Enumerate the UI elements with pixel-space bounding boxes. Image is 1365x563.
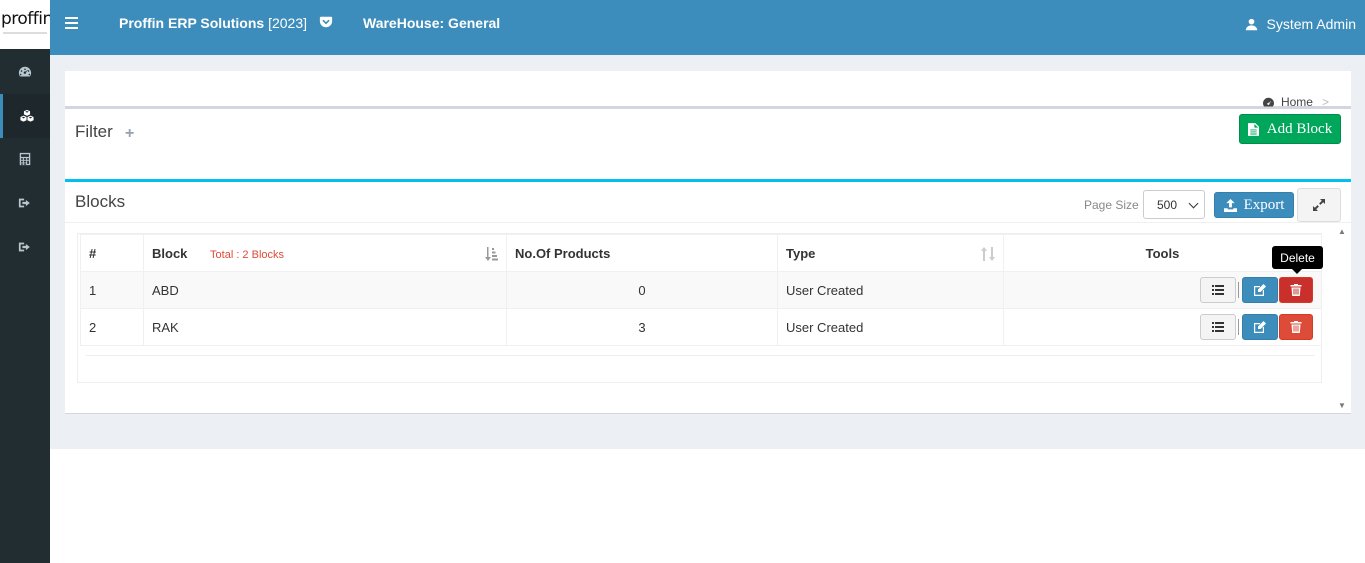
delete-button[interactable] [1279,277,1313,303]
row-type: User Created [777,308,1004,346]
app-title[interactable]: Proffin ERP Solutions [2023] [119,15,307,31]
list-icon [1212,285,1224,295]
scroll-down-arrow[interactable]: ▼ [1338,401,1346,410]
edit-icon [1254,284,1266,296]
top-navbar: Proffin ERP Solutions [2023] WareHouse: … [50,0,1365,55]
add-block-label: Add Block [1266,120,1333,137]
table-row: 2 RAK 3 User Created [80,308,1322,346]
sign-out-icon [18,242,30,252]
row-index: 1 [80,271,144,309]
blocks-box-border [65,179,1351,182]
column-header-products: No.Of Products [506,234,778,272]
sidebar: proffin [0,0,50,563]
filter-title: Filter [75,122,113,141]
expand-filter-icon[interactable]: + [125,125,134,143]
sidebar-item-logout-1[interactable] [0,181,50,225]
row-products-link[interactable]: 0 [506,271,778,309]
list-icon [1212,322,1224,332]
edit-icon [1254,321,1266,333]
row-block: RAK [143,308,507,346]
file-icon [1247,122,1259,136]
add-block-button[interactable]: Add Block [1239,114,1341,144]
page-size-value: 500 [1157,197,1178,212]
row-type: User Created [777,271,1004,309]
logo-text: proffin [1,9,50,29]
delete-button[interactable] [1279,314,1313,340]
sort-amount-icon[interactable] [484,247,498,261]
column-header-block-label: Block [152,245,188,261]
user-menu[interactable]: System Admin [1245,16,1356,32]
panel-bottom-border [65,413,1351,414]
calculator-icon [19,152,31,166]
sidebar-item-logout-2[interactable] [0,225,50,269]
warehouse-selector[interactable]: WareHouse: General [363,15,500,31]
row-tools [1003,308,1322,346]
app-name: Proffin ERP Solutions [119,15,265,31]
dashboard-icon [1262,97,1274,107]
trash-icon [1290,284,1302,296]
column-header-index: # [80,234,144,272]
chevron-down-icon [1188,198,1199,209]
export-label: Export [1243,196,1285,213]
sidebar-item-calculator[interactable] [0,137,50,181]
blocks-table: # Block Total : 2 Blocks No.Of Products … [80,234,1322,346]
edit-button[interactable] [1242,277,1278,303]
upload-icon [1223,198,1237,212]
sidebar-item-blocks[interactable] [0,94,50,138]
logo[interactable]: proffin [0,0,50,49]
total-blocks-count: Total : 2 Blocks [210,248,285,261]
breadcrumb-separator: > [1321,95,1329,109]
pocket-icon[interactable] [319,15,333,29]
menu-toggle-icon[interactable] [65,17,78,29]
table-row: 1 ABD 0 User Created [80,271,1322,309]
expand-icon [1313,199,1325,211]
column-header-type[interactable]: Type [777,234,1004,272]
blocks-header-divider [65,222,1351,223]
fullscreen-button[interactable] [1297,188,1341,222]
breadcrumb-home[interactable]: Home [1281,95,1313,109]
column-header-block[interactable]: Block Total : 2 Blocks [143,234,507,272]
sort-icon[interactable] [981,247,995,261]
breadcrumb: Home > [1262,95,1329,109]
user-icon [1245,18,1257,30]
tool-separator [1238,319,1239,335]
blocks-table-container: # Block Total : 2 Blocks No.Of Products … [77,233,1322,383]
app-year: [2023] [268,15,308,31]
user-name: System Admin [1266,16,1356,32]
blocks-title: Blocks [75,192,126,211]
page-size-select[interactable]: 500 [1143,190,1205,219]
tool-separator [1238,282,1239,298]
panel-divider [65,106,1351,109]
row-tools [1003,271,1322,309]
edit-button[interactable] [1242,314,1278,340]
trash-icon [1290,321,1302,333]
list-button[interactable] [1200,314,1236,340]
table-footer-divider [86,355,1315,356]
sidebar-item-dashboard[interactable] [0,50,50,94]
delete-tooltip: Delete [1272,246,1323,274]
list-button[interactable] [1200,277,1236,303]
column-header-type-label: Type [786,245,816,261]
logo-underline [3,32,47,34]
cubes-icon [19,109,34,122]
scroll-up-arrow[interactable]: ▲ [1338,227,1346,236]
row-block: ABD [143,271,507,309]
main-panel: Home > Filter + Add Block Blocks Page Si… [65,71,1351,414]
dashboard-icon [18,66,32,77]
page-size-label: Page Size [1084,198,1139,212]
row-index: 2 [80,308,144,346]
row-products-link[interactable]: 3 [506,308,778,346]
export-button[interactable]: Export [1214,192,1294,218]
content-wrapper: Home > Filter + Add Block Blocks Page Si… [50,55,1365,449]
sign-out-icon [18,198,30,208]
table-header-row: # Block Total : 2 Blocks No.Of Products … [80,234,1322,272]
